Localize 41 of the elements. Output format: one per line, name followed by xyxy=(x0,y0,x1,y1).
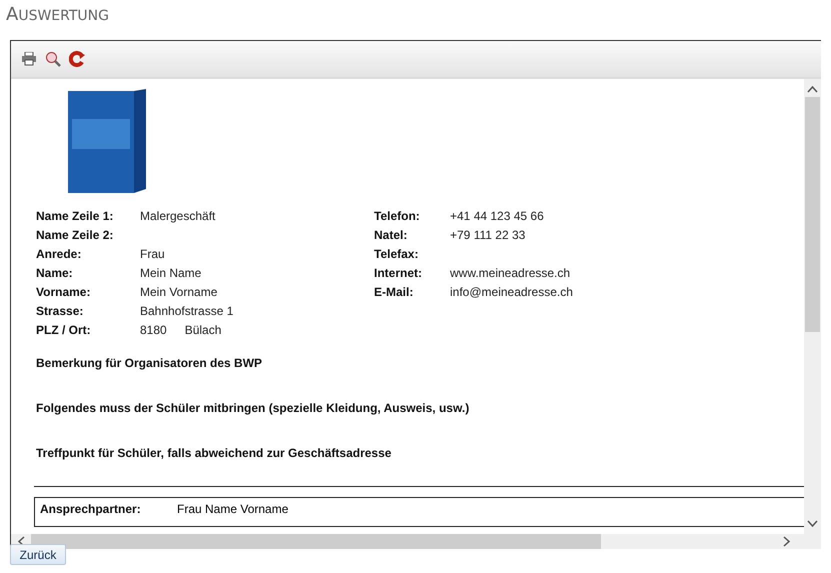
field-label: Anrede: xyxy=(36,246,82,262)
chevron-down-icon[interactable] xyxy=(807,520,818,528)
field-label: PLZ / Ort: xyxy=(36,322,92,338)
field-label: Telefax: xyxy=(374,246,420,262)
printer-icon[interactable] xyxy=(21,52,37,66)
vertical-scrollbar[interactable] xyxy=(804,79,821,534)
field-label: Natel: xyxy=(374,227,408,243)
field-label: Ansprechpartner: xyxy=(40,502,142,518)
field-label: Telefon: xyxy=(374,208,421,224)
page-title: AUSWERTUNG xyxy=(6,4,110,27)
magnifier-icon[interactable] xyxy=(45,51,61,67)
chevron-up-icon[interactable] xyxy=(807,85,818,93)
field-value: Malergeschäft xyxy=(140,208,216,224)
field-value: Bahnhofstrasse 1 xyxy=(140,303,234,319)
chevron-left-icon[interactable] xyxy=(17,536,25,547)
section-heading: Bemerkung für Organisatoren des BWP xyxy=(36,356,264,370)
field-value: Frau Name Vorname xyxy=(177,502,288,518)
field-value: +41 44 123 45 66 xyxy=(450,208,544,224)
field-label: Name: xyxy=(36,265,74,281)
field-label: Strasse: xyxy=(36,303,84,319)
field-value: 8180 xyxy=(140,322,167,338)
field-label: Internet: xyxy=(374,265,423,281)
refresh-icon[interactable] xyxy=(69,51,85,67)
field-label: Name Zeile 2: xyxy=(36,227,114,243)
field-value: Frau xyxy=(140,246,165,262)
chevron-right-icon[interactable] xyxy=(783,536,791,547)
field-value: Mein Name xyxy=(140,265,202,281)
section-heading: Folgendes muss der Schüler mitbringen (spezielle Kleidung, Ausweis, usw.) xyxy=(36,401,470,415)
field-label: Name Zeile 1: xyxy=(36,208,114,224)
field-value: Mein Vorname xyxy=(140,284,218,300)
horizontal-scrollbar[interactable] xyxy=(11,534,821,549)
field-value: Bülach xyxy=(184,322,222,338)
scrollbar-thumb[interactable] xyxy=(805,97,820,332)
field-value: info@meineadresse.ch xyxy=(450,284,573,300)
field-value: www.meineadresse.ch xyxy=(450,265,570,281)
field-label: Vorname: xyxy=(36,284,92,300)
field-label: E-Mail: xyxy=(374,284,414,300)
section-heading: Treffpunkt für Schüler, falls abweichend zur Geschäftsadresse xyxy=(36,446,392,460)
field-value: +79 111 22 33 xyxy=(450,227,526,243)
scrollbar-thumb[interactable] xyxy=(31,534,601,549)
back-button[interactable]: Zurück xyxy=(10,544,66,565)
